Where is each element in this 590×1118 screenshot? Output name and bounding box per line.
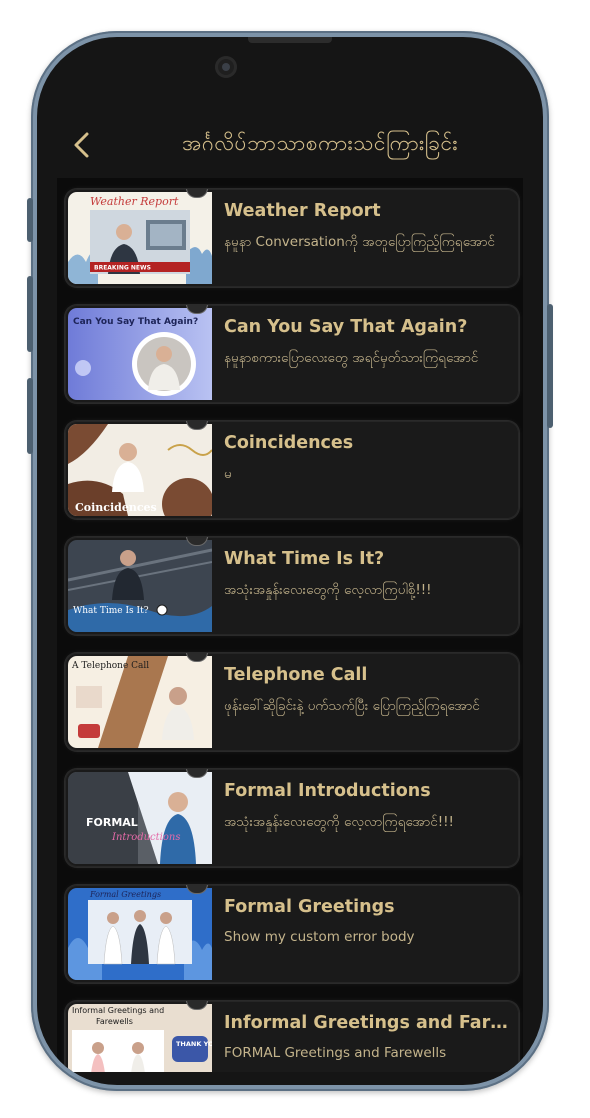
thumb-text-2: Introductions	[111, 832, 180, 843]
lesson-subtitle: အသုံးအနှုန်းလေးတွေကို လေ့လာကြပါစို့!!!	[224, 582, 432, 598]
lesson-thumbnail: Coincidences	[68, 424, 212, 516]
thumb-text: What Time Is It?	[73, 606, 149, 616]
lesson-subtitle: မ	[224, 466, 232, 482]
thumb-text: Coincidences	[75, 501, 157, 514]
lesson-card-can-you-say-that-again[interactable]: Can You Say That Again? Can You Say That…	[65, 305, 519, 403]
mute-switch	[27, 198, 33, 242]
lesson-title: Coincidences	[224, 433, 354, 453]
lesson-title: Informal Greetings and Farewells	[224, 1013, 514, 1033]
thumb-text: Informal Greetings and	[72, 1006, 164, 1015]
thumb-tag: BREAKING NEWS	[94, 265, 151, 272]
lesson-title: Can You Say That Again?	[224, 317, 468, 337]
lesson-thumbnail: Can You Say That Again?	[68, 308, 212, 400]
lesson-card-what-time-is-it[interactable]: What Time Is It? What Time Is It? အသုံးအ…	[65, 537, 519, 635]
lesson-list[interactable]: BREAKING NEWS Weather Report Weather Rep…	[57, 178, 523, 1072]
volume-up-button	[27, 276, 33, 352]
lesson-subtitle: နမူနာ Conversationကို အတူပြောကြည့်ကြရအော…	[224, 234, 495, 250]
lesson-title: Formal Greetings	[224, 897, 395, 917]
lesson-subtitle: နမူနာစကားပြောလေးတွေ အရင်မှတ်သားကြရအောင်	[224, 350, 479, 366]
lesson-card-telephone-call[interactable]: A Telephone Call Telephone Call ဖုန်းခေါ…	[65, 653, 519, 751]
lesson-card-formal-introductions[interactable]: FORMAL Introductions Formal Introduction…	[65, 769, 519, 867]
lesson-thumbnail: What Time Is It?	[68, 540, 212, 632]
chevron-left-icon	[74, 132, 89, 158]
lesson-card-coincidences[interactable]: Coincidences Coincidences မ	[65, 421, 519, 519]
lesson-title: Telephone Call	[224, 665, 368, 685]
lesson-card-formal-greetings[interactable]: Formal Greetings Formal Greetings Show m…	[65, 885, 519, 983]
thumb-text-2: Farewells	[96, 1017, 133, 1026]
lesson-card-weather-report[interactable]: BREAKING NEWS Weather Report Weather Rep…	[65, 189, 519, 287]
app-header: အင်္ဂလိပ်ဘာသာစကားသင်ကြားခြင်း	[37, 122, 543, 172]
phone-screen: အင်္ဂလိပ်ဘာသာစကားသင်ကြားခြင်း BREAKING N…	[37, 37, 543, 1085]
thumb-text: FORMAL	[86, 816, 138, 829]
thumb-tag: THANK YOU!	[176, 1040, 212, 1048]
lesson-subtitle: Show my custom error body	[224, 929, 415, 945]
lesson-thumbnail: A Telephone Call	[68, 656, 212, 748]
lesson-title: Formal Introductions	[224, 781, 431, 801]
speaker-grille	[248, 37, 332, 43]
lesson-subtitle: FORMAL Greetings and Farewells	[224, 1045, 447, 1061]
lesson-subtitle: ဖုန်းခေါ်ဆိုခြင်းနဲ့ ပက်သက်ပြီး ပြောကြည့…	[224, 698, 480, 714]
lesson-card-informal-greetings[interactable]: THANK YOU! Informal Greetings and Farewe…	[65, 1001, 519, 1072]
power-button	[547, 304, 553, 428]
thumb-text: Weather Report	[90, 195, 179, 208]
lesson-subtitle: အသုံးအနှုန်းလေးတွေကို လေ့လာကြရအောင်!!!	[224, 814, 454, 830]
page-title: အင်္ဂလိပ်ဘာသာစကားသင်ကြားခြင်း	[182, 131, 458, 155]
lesson-thumbnail: Formal Greetings	[68, 888, 212, 980]
thumb-text: A Telephone Call	[71, 661, 149, 671]
thumb-text: Formal Greetings	[89, 890, 161, 899]
lesson-thumbnail: THANK YOU! Informal Greetings and Farewe…	[68, 1004, 212, 1072]
lesson-thumbnail: BREAKING NEWS Weather Report	[68, 192, 212, 284]
volume-down-button	[27, 378, 33, 454]
lesson-thumbnail: FORMAL Introductions	[68, 772, 212, 864]
back-button[interactable]	[71, 130, 93, 160]
lesson-title: What Time Is It?	[224, 549, 385, 569]
thumb-text: Can You Say That Again?	[73, 317, 198, 327]
lesson-title: Weather Report	[224, 201, 381, 221]
front-camera	[215, 56, 237, 78]
